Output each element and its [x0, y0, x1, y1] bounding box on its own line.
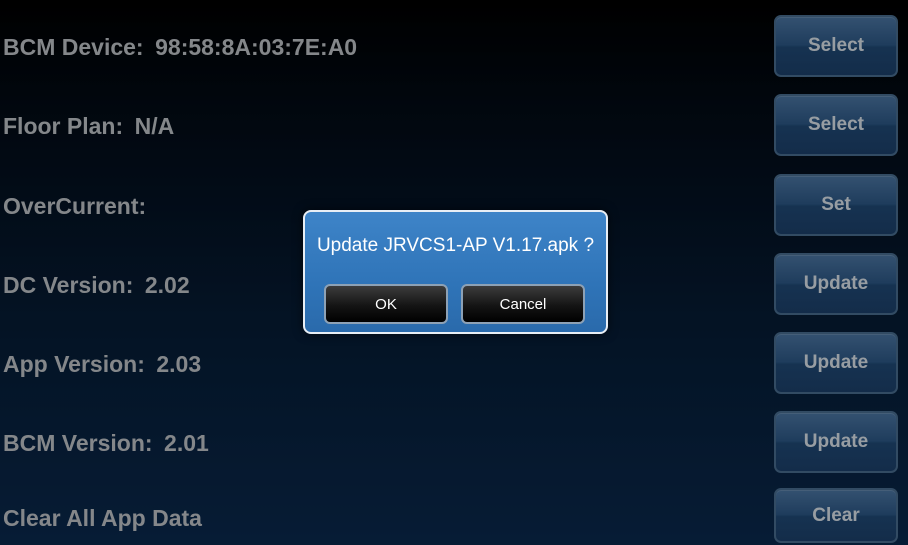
cancel-button[interactable]: Cancel [461, 284, 585, 324]
update-confirm-dialog: Update JRVCS1-AP V1.17.apk ? OK Cancel [303, 210, 608, 334]
ok-button[interactable]: OK [324, 284, 448, 324]
dialog-message: Update JRVCS1-AP V1.17.apk ? [316, 235, 595, 256]
